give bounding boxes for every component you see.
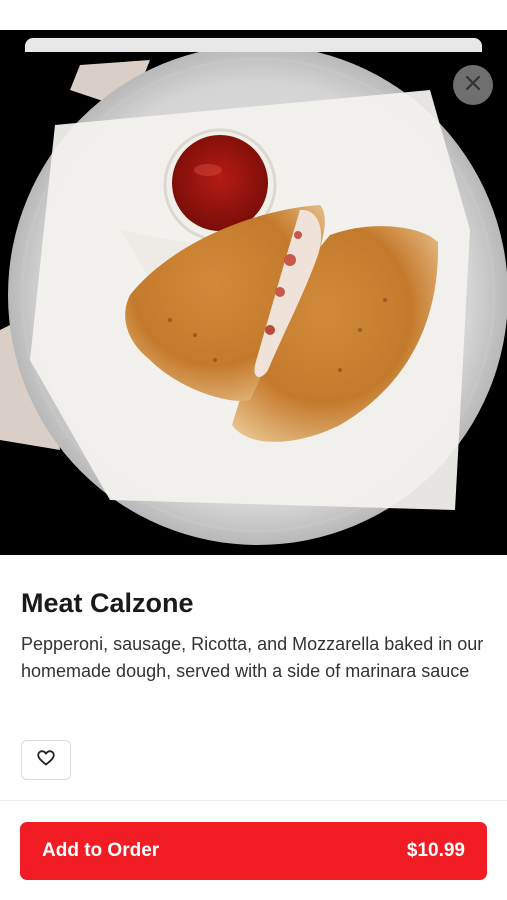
close-icon — [465, 75, 481, 96]
status-bar: Carrier 2:51 PM — [0, 0, 507, 30]
add-to-order-button[interactable]: Add to Order $10.99 — [20, 822, 487, 880]
item-detail-screen: Carrier 2:51 PM Meat Calzone Pepperoni, … — [0, 0, 507, 900]
calzone-illustration — [0, 45, 507, 545]
add-to-order-label: Add to Order — [42, 840, 160, 861]
status-time: 2:51 PM — [227, 6, 280, 22]
heart-icon — [37, 749, 55, 771]
battery-icon — [469, 7, 497, 24]
sheet-top-edge — [25, 38, 482, 52]
close-button[interactable] — [453, 65, 493, 105]
divider — [0, 800, 507, 801]
item-title: Meat Calzone — [21, 588, 194, 618]
order-price: $10.99 — [406, 840, 465, 861]
item-photo — [0, 30, 507, 555]
favorite-button[interactable] — [21, 740, 71, 780]
item-description: Pepperoni, sausage, Ricotta, and Mozzare… — [21, 634, 484, 681]
marinara-sauce — [172, 135, 268, 231]
